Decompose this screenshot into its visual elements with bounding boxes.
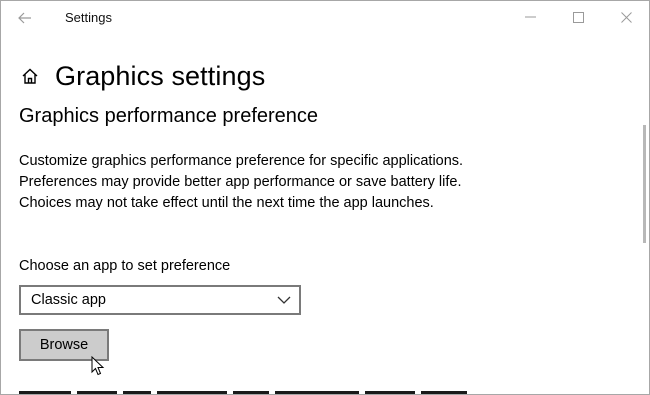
window-title: Settings [65,10,112,25]
close-button[interactable] [603,1,649,33]
minimize-icon [524,16,536,18]
dropdown-selected-value: Classic app [31,292,106,308]
settings-window: Settings Graphics settings Graphics perf… [0,0,650,395]
mouse-pointer-icon [91,356,105,376]
app-type-dropdown[interactable]: Classic app [19,285,301,315]
maximize-icon [572,11,584,23]
back-arrow-icon [18,12,31,24]
close-icon [620,11,632,23]
minimize-button[interactable] [507,1,553,33]
choose-app-label: Choose an app to set preference [19,258,231,274]
description-text: Customize graphics performance preferenc… [19,153,464,211]
maximize-button[interactable] [555,1,601,33]
home-icon[interactable] [21,66,41,86]
vertical-scrollbar[interactable] [643,125,646,243]
page-title: Graphics settings [55,60,266,91]
cut-off-text [19,391,489,394]
page-header: Graphics settings [21,59,265,93]
back-button[interactable] [13,7,37,29]
chevron-down-icon [277,296,291,304]
title-bar: Settings [1,1,649,35]
section-title: Graphics performance preference [19,105,319,127]
